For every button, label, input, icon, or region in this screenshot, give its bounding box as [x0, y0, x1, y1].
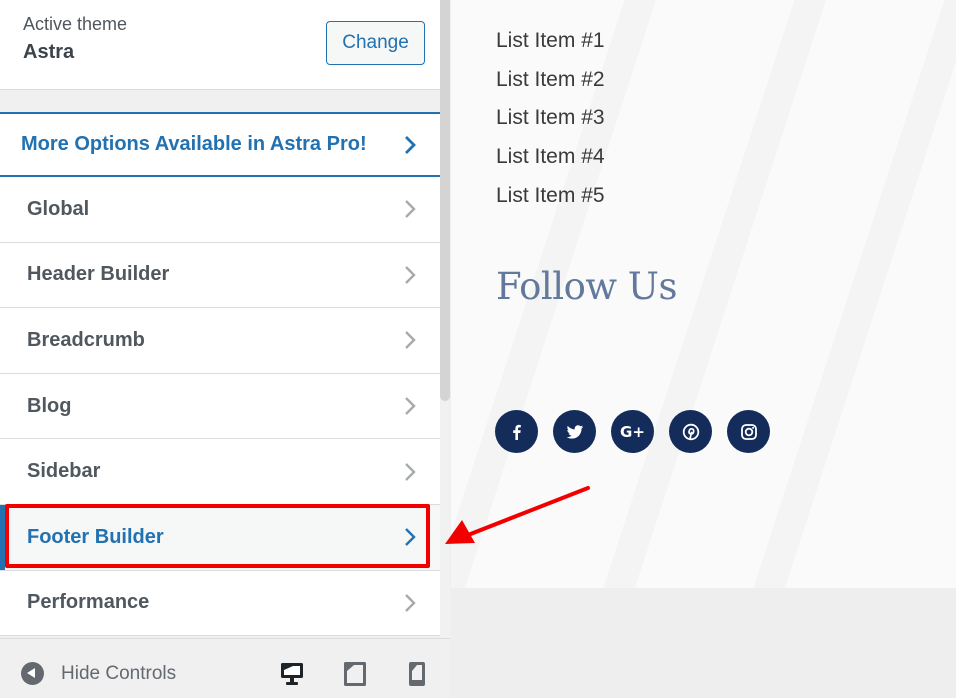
sidebar-item-sidebar[interactable]: Sidebar [0, 439, 440, 505]
list-item[interactable]: List Item #5 [496, 182, 605, 221]
active-theme-section: Active theme Astra Change [0, 0, 440, 90]
desktop-preview-button[interactable] [279, 661, 305, 692]
sidebar-item-label: Performance [27, 591, 150, 614]
mobile-icon [409, 662, 425, 686]
sidebar-item-header-builder[interactable]: Header Builder [0, 242, 440, 309]
change-theme-button[interactable]: Change [326, 21, 425, 65]
instagram-button[interactable] [727, 410, 770, 453]
chevron-right-icon [402, 329, 418, 351]
desktop-icon [281, 663, 303, 685]
social-icons: G+ [495, 410, 770, 453]
google-plus-icon: G+ [620, 422, 645, 441]
theme-name: Astra [23, 41, 75, 63]
mobile-preview-button[interactable] [408, 661, 426, 692]
sidebar-item-global[interactable]: Global [0, 177, 440, 243]
sidebar-panel: Active theme Astra Change More Options A… [0, 0, 440, 638]
sidebar-item-label: Breadcrumb [27, 328, 145, 351]
list-item[interactable]: List Item #4 [496, 143, 605, 182]
chevron-right-icon [402, 264, 418, 286]
list-item[interactable]: List Item #2 [496, 66, 605, 105]
chevron-right-icon [402, 592, 418, 614]
customizer-menu: Global Header Builder Breadcrumb Blog Sideba… [0, 177, 440, 637]
astra-pro-label: More Options Available in Astra Pro! [21, 133, 367, 155]
section-gap [0, 90, 440, 112]
chevron-right-icon [402, 198, 418, 220]
footer-list: List Item #1 List Item #2 List Item #3 L… [496, 27, 605, 220]
follow-us-heading: Follow Us [496, 265, 677, 308]
sidebar-item-footer-builder[interactable]: Footer Builder [0, 504, 440, 571]
chevron-right-icon [402, 461, 418, 483]
chevron-right-icon [402, 526, 418, 548]
sidebar-item-label: Sidebar [27, 460, 101, 483]
facebook-button[interactable] [495, 410, 538, 453]
customizer-sidebar: Active theme Astra Change More Options A… [0, 0, 450, 698]
hide-controls-label: Hide Controls [61, 662, 177, 684]
list-item[interactable]: List Item #3 [496, 104, 605, 143]
pinterest-button[interactable] [669, 410, 712, 453]
active-theme-label: Active theme [23, 14, 128, 34]
sidebar-item-label: Header Builder [27, 263, 170, 286]
scrollbar-thumb[interactable] [440, 0, 450, 401]
sidebar-item-blog[interactable]: Blog [0, 373, 440, 440]
list-item[interactable]: List Item #1 [496, 27, 605, 66]
astra-pro-link[interactable]: More Options Available in Astra Pro! [0, 112, 440, 177]
twitter-icon [566, 424, 583, 439]
chevron-right-icon [402, 395, 418, 417]
tablet-icon [344, 662, 366, 686]
hide-controls-button[interactable]: Hide Controls [21, 662, 176, 685]
facebook-icon [512, 424, 521, 440]
preview-bottom-area [451, 588, 956, 698]
chevron-right-icon [402, 134, 418, 156]
pinterest-icon [682, 423, 699, 440]
instagram-icon [740, 423, 757, 440]
sidebar-item-label: Blog [27, 394, 72, 417]
site-preview: List Item #1 List Item #2 List Item #3 L… [451, 0, 956, 588]
sidebar-item-performance[interactable]: Performance [0, 570, 440, 637]
customizer-footer: Hide Controls [0, 638, 450, 698]
collapse-arrow-icon [21, 662, 44, 685]
sidebar-item-label: Footer Builder [27, 525, 164, 548]
tablet-preview-button[interactable] [343, 661, 367, 692]
sidebar-item-breadcrumb[interactable]: Breadcrumb [0, 308, 440, 374]
google-plus-button[interactable]: G+ [611, 410, 654, 453]
sidebar-item-label: Global [27, 197, 90, 220]
twitter-button[interactable] [553, 410, 596, 453]
